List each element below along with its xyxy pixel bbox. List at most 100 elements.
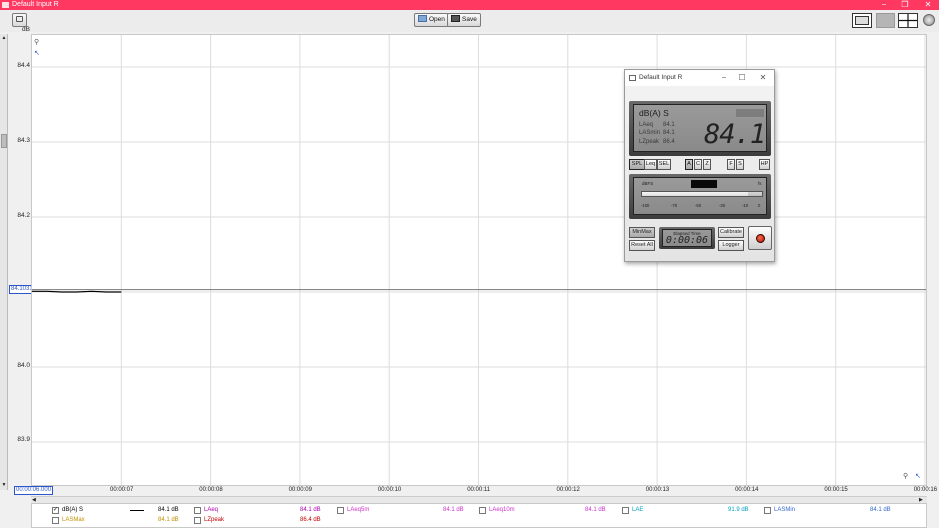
reading-name: LASmin [639, 130, 661, 137]
legend-label: dB(A) S [62, 507, 84, 513]
sub-readings: LAeq 84.1 LASmin 84.1 LZpeak 86.4 [639, 121, 675, 146]
scrollbar-thumb[interactable] [1, 134, 7, 148]
mode-button-s[interactable]: S [736, 159, 744, 170]
save-icon [451, 15, 460, 22]
mode-button-f[interactable]: F [727, 159, 735, 170]
pan-x-icon[interactable]: ↖ [915, 472, 923, 480]
legend-checkbox[interactable] [194, 517, 201, 524]
x-tick: 00:00:08 [199, 487, 223, 493]
vertical-scrollbar[interactable]: ▲ ▼ [0, 34, 8, 490]
legend-line-swatch [130, 510, 144, 511]
mode-button-leq[interactable]: Leq [644, 159, 657, 170]
horizontal-scrollbar[interactable]: ◀ ▶ [31, 496, 927, 503]
legend-checkbox[interactable] [52, 517, 59, 524]
legend-value: 84.1 dB [443, 507, 464, 513]
mode-button-sel[interactable]: SEL [657, 159, 671, 170]
pan-y-icon[interactable]: ↖ [34, 49, 42, 57]
sound-level-meter-window[interactable]: Default Input R − ☐ ✕ dB(A) S LAeq 84.1 L… [624, 69, 775, 262]
legend-label: LAE [632, 507, 644, 513]
reading-value: 86.4 [663, 138, 675, 145]
legend-value: 84.1 dB [158, 507, 179, 513]
bar-tick: 0 [758, 203, 761, 208]
level-bar-display: dBFS fs -100 -70 -50 -30 -10 0 [633, 177, 767, 215]
legend-checkbox[interactable]: ✓ [52, 507, 59, 514]
y-tick: 84.4 [17, 62, 30, 69]
y-tick: 84.2 [17, 212, 30, 219]
plot-area[interactable]: ⚲ ↖ ⚲ ↖ [31, 34, 927, 486]
legend-checkbox[interactable] [622, 507, 629, 514]
elapsed-value: 0:00:06 [665, 235, 709, 246]
device-menu-button[interactable] [12, 13, 27, 27]
legend-label: LASMax [62, 517, 85, 523]
cursor-mode-button[interactable] [898, 13, 918, 28]
legend-checkbox[interactable] [479, 507, 486, 514]
legend-value: 84.1 dB [300, 507, 321, 513]
scroll-down-icon[interactable]: ▼ [1, 482, 7, 488]
meter-maximize-button[interactable]: ☐ [736, 70, 748, 86]
settings-icon[interactable] [923, 14, 935, 26]
reading-name: LAeq [639, 122, 654, 128]
logger-button[interactable]: Logger [718, 240, 744, 251]
legend-value: 91.9 dB [728, 507, 749, 513]
mode-badge [736, 109, 764, 117]
peak-indicator [691, 180, 717, 188]
level-bar-fill [642, 192, 748, 196]
zoom-y-icon[interactable]: ⚲ [34, 38, 42, 46]
zoom-x-icon[interactable]: ⚲ [903, 472, 911, 480]
x-tick: 00:00:11 [467, 487, 491, 493]
mode-button-spl[interactable]: SPL [629, 159, 645, 170]
layout-view-button[interactable] [852, 13, 872, 28]
close-button[interactable]: ✕ [923, 0, 933, 10]
meter-close-button[interactable]: ✕ [757, 70, 769, 86]
bar-right-label: fs [758, 181, 762, 186]
legend-label: LZpeak [204, 517, 225, 523]
meter-record-button[interactable] [748, 226, 772, 250]
bar-tick: -100 [641, 203, 650, 208]
window-title: Default Input R [12, 1, 59, 8]
save-button[interactable]: Save [447, 13, 481, 27]
app-icon [2, 2, 9, 8]
calibrate-button[interactable]: Calibrate [718, 227, 744, 238]
scroll-up-icon[interactable]: ▲ [1, 35, 7, 41]
restore-button[interactable]: ❐ [900, 0, 910, 10]
save-label: Save [462, 16, 477, 23]
legend-checkbox[interactable] [764, 507, 771, 514]
x-tick: 00:00:14 [735, 487, 759, 493]
mode-button-hp[interactable]: HP [759, 159, 770, 170]
bar-bezel: dBFS fs -100 -70 -50 -30 -10 0 [629, 174, 771, 219]
legend-value: 84.1 dB [158, 517, 179, 523]
title-bar: Default Input R − ❐ ✕ [0, 0, 939, 10]
legend-checkbox[interactable] [194, 507, 201, 514]
open-button[interactable]: Open [414, 13, 449, 27]
device-icon [16, 16, 23, 22]
y-axis-unit: dB [22, 26, 30, 33]
meter-title: Default Input R [639, 74, 683, 81]
app-window: Default Input R − ❐ ✕ Open Save ▲ ▼ dB 8… [0, 0, 939, 528]
minmax-button[interactable]: MinMax [629, 227, 655, 238]
weighting-label: dB(A) S [639, 108, 669, 118]
x-tick: 00:00:10 [377, 487, 402, 493]
meter-minimize-button[interactable]: − [718, 70, 730, 86]
reset-all-button[interactable]: Reset All [629, 240, 655, 251]
bar-left-label: dBFS [642, 181, 654, 186]
bar-tick: -30 [719, 203, 726, 208]
legend-value: 84.1 dB [870, 507, 891, 513]
panel-toggle-button[interactable] [876, 13, 895, 28]
elapsed-display: Elapsed Time 0:00:06 [662, 229, 712, 247]
meter-title-bar[interactable]: Default Input R − ☐ ✕ [625, 70, 774, 86]
plot-canvas [32, 35, 926, 485]
mode-button-z[interactable]: Z [703, 159, 711, 170]
legend-panel: ✓ dB(A) S 84.1 dB LAeq 84.1 dB LAeq5m 84.1 dB L… [31, 503, 927, 528]
y-tick: 83.9 [17, 436, 30, 443]
legend-label: LASMin [774, 507, 796, 513]
legend-checkbox[interactable] [337, 507, 344, 514]
reading-name: LZpeak [639, 138, 660, 145]
meter-record-icon [756, 234, 765, 243]
mode-button-c[interactable]: C [694, 159, 702, 170]
legend-value: 86.4 dB [300, 517, 321, 523]
minimize-button[interactable]: − [879, 0, 889, 10]
mode-button-a[interactable]: A [685, 159, 693, 170]
reading-value: 84.1 [663, 130, 675, 137]
bar-tick: -50 [695, 203, 702, 208]
x-tick: 00:00:07 [110, 487, 134, 493]
